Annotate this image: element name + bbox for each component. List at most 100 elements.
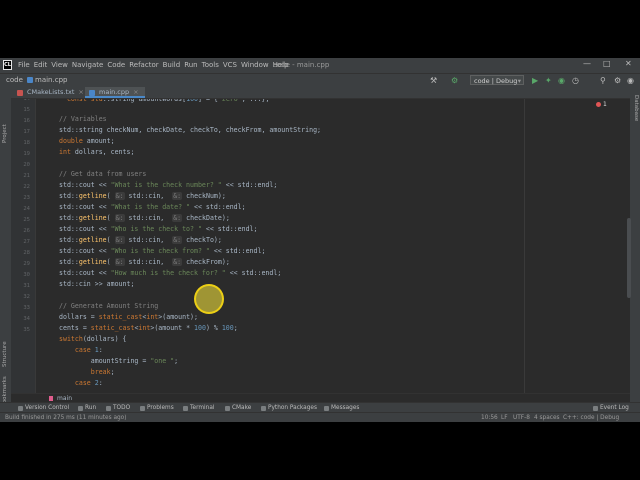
run-configuration-select[interactable]: code | Debug ▾ xyxy=(470,75,524,85)
indent-setting[interactable]: 4 spaces xyxy=(534,415,560,421)
tool-todo[interactable]: TODO xyxy=(106,405,130,411)
problems-indicator[interactable]: 1 xyxy=(596,101,607,108)
build-context[interactable]: C++: code | Debug xyxy=(563,415,619,421)
code-line: std::cout << "Who is the check from? " <… xyxy=(59,247,266,255)
menu-run[interactable]: Run xyxy=(184,61,197,69)
caret-position[interactable]: 10:56 xyxy=(481,415,498,421)
tool-messages[interactable]: Messages xyxy=(324,405,359,411)
code-line: std::getline( &: std::cin, &: checkNum); xyxy=(59,192,226,200)
tab-cmakelists[interactable]: CMakeLists.txt × xyxy=(13,87,90,98)
tab-close-icon[interactable]: × xyxy=(133,88,138,96)
tab-close-icon[interactable]: × xyxy=(78,88,83,96)
menu-code[interactable]: Code xyxy=(107,61,125,69)
line-number: 20 xyxy=(23,162,30,168)
line-separator[interactable]: LF xyxy=(501,415,508,421)
code-line: cents = static_cast<int>(amount * 100) %… xyxy=(59,324,238,332)
code-line: std::getline( &: std::cin, &: checkTo); xyxy=(59,236,222,244)
line-number: 24 xyxy=(23,206,30,212)
code-line: case 2: xyxy=(74,379,103,387)
code-line: std::cout << "How much is the check for?… xyxy=(59,269,282,277)
coverage-icon[interactable]: ◉ xyxy=(558,76,565,85)
code-line: int dollars, cents; xyxy=(59,148,135,156)
error-icon xyxy=(596,102,601,107)
close-icon[interactable]: ✕ xyxy=(625,59,632,68)
line-number: 34 xyxy=(23,316,30,322)
menu-view[interactable]: View xyxy=(51,61,68,69)
menu-refactor[interactable]: Refactor xyxy=(129,61,158,69)
menu-window[interactable]: Window xyxy=(241,61,269,69)
code-line: std::getline( &: std::cin, &: checkDate)… xyxy=(59,214,230,222)
line-number: 33 xyxy=(23,305,30,311)
function-icon xyxy=(49,396,53,401)
editor-tabs: CMakeLists.txt × main.cpp × xyxy=(11,87,630,99)
menu-edit[interactable]: Edit xyxy=(34,61,48,69)
cpp-file-icon xyxy=(89,90,95,96)
maximize-icon[interactable]: □ xyxy=(603,59,611,68)
tool-terminal[interactable]: Terminal xyxy=(183,405,215,411)
structure-tool-tab[interactable]: Structure xyxy=(2,341,8,367)
line-number: 27 xyxy=(23,239,30,245)
line-number: 26 xyxy=(23,228,30,234)
code-line: // Variables xyxy=(59,115,107,123)
tab-main-cpp[interactable]: main.cpp × xyxy=(85,87,145,98)
menu-file[interactable]: File xyxy=(18,61,30,69)
tool-version-control[interactable]: Version Control xyxy=(18,405,69,411)
line-number: 14 xyxy=(23,99,30,102)
nav-file[interactable]: main.cpp xyxy=(27,76,67,84)
problems-count: 1 xyxy=(603,101,607,108)
hammer-icon[interactable]: ⚙ xyxy=(451,76,458,85)
nav-project[interactable]: code xyxy=(6,76,23,84)
minimize-icon[interactable]: — xyxy=(583,59,591,68)
build-project-icon[interactable]: ⚒ xyxy=(430,76,437,85)
plugins-icon[interactable]: ◉ xyxy=(627,76,634,85)
tool-problems[interactable]: Problems xyxy=(140,405,174,411)
tool-cmake[interactable]: CMake xyxy=(225,405,251,411)
debug-icon[interactable]: ✦ xyxy=(545,76,552,85)
line-number: 29 xyxy=(23,261,30,267)
file-encoding[interactable]: UTF-8 xyxy=(513,415,530,421)
editor-scrollbar[interactable] xyxy=(627,218,631,298)
line-number-gutter: 14 15 16 17 18 19 20 21 22 23 24 25 26 27 28 29 30 31 32 33… xyxy=(11,99,36,393)
profile-icon[interactable]: ◷ xyxy=(572,76,579,85)
main-menu: File Edit View Navigate Code Refactor Build Run… xyxy=(18,61,293,69)
code-line: std::cin >> amount; xyxy=(59,280,135,288)
code-line: switch(dollars) { xyxy=(59,335,127,343)
breadcrumb-item[interactable]: main xyxy=(57,395,72,402)
search-everywhere-icon[interactable]: ⚲ xyxy=(600,76,606,85)
settings-gear-icon[interactable]: ⚙ xyxy=(614,76,621,85)
code-line: case 1: xyxy=(74,346,103,354)
database-tool-tab[interactable]: Database xyxy=(633,95,639,121)
code-line: double amount; xyxy=(59,137,115,145)
code-line: std::cout << "What is the check number? … xyxy=(59,181,278,189)
event-log[interactable]: Event Log xyxy=(593,405,629,411)
run-icon[interactable]: ▶ xyxy=(532,76,538,85)
menu-build[interactable]: Build xyxy=(163,61,181,69)
code-line: std::getline( &: std::cin, &: checkFrom)… xyxy=(59,258,230,266)
code-editor[interactable]: 14 15 16 17 18 19 20 21 22 23 24 25 26 27 28 29 30 31 32 33… xyxy=(11,99,630,393)
project-tool-tab[interactable]: Project xyxy=(2,124,8,143)
line-number: 18 xyxy=(23,140,30,146)
tool-run[interactable]: Run xyxy=(78,405,96,411)
line-number: 32 xyxy=(23,294,30,300)
right-margin-guide xyxy=(524,99,525,393)
line-number: 31 xyxy=(23,283,30,289)
code-line: break; xyxy=(90,368,115,376)
cmake-file-icon xyxy=(17,90,23,96)
line-number: 21 xyxy=(23,173,30,179)
code-line: std::cout << "Who is the check to? " << … xyxy=(59,225,258,233)
run-configuration-label: code | Debug xyxy=(474,77,518,85)
status-bar: Build finished in 275 ms (11 minutes ago… xyxy=(0,412,640,422)
line-number: 19 xyxy=(23,151,30,157)
code-line: amountString = "one "; xyxy=(59,357,179,365)
menu-tools[interactable]: Tools xyxy=(202,61,219,69)
menu-navigate[interactable]: Navigate xyxy=(72,61,103,69)
status-message[interactable]: Build finished in 275 ms (11 minutes ago… xyxy=(5,415,127,421)
navigation-bar: code main.cpp ⚒ ⚙ code | Debug ▾ ▶ ✦ ◉ ◷ … xyxy=(0,73,640,87)
tool-python-packages[interactable]: Python Packages xyxy=(261,405,317,411)
menu-vcs[interactable]: VCS xyxy=(223,61,237,69)
code-line: // Get data from users xyxy=(59,170,147,178)
line-number: 28 xyxy=(23,250,30,256)
tab-label: CMakeLists.txt xyxy=(27,88,75,96)
line-number: 30 xyxy=(23,272,30,278)
menu-bar: CL File Edit View Navigate Code Refactor Build… xyxy=(0,58,640,73)
